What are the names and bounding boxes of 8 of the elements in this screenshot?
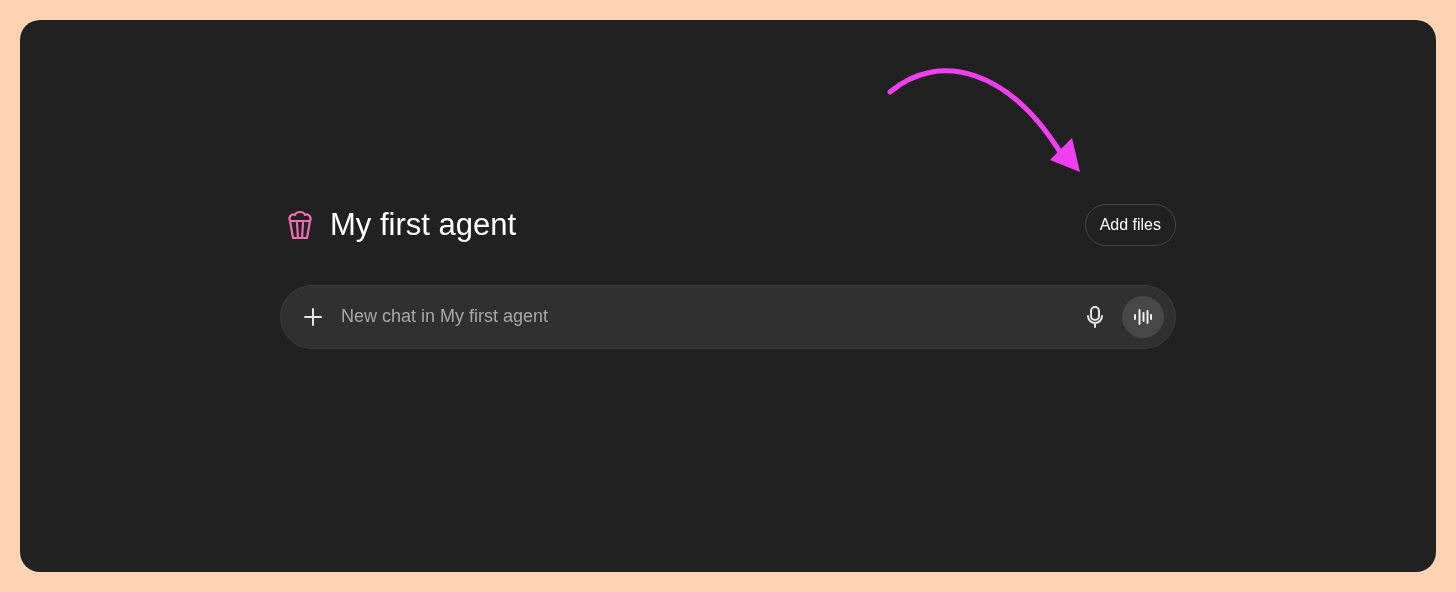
voice-button[interactable] xyxy=(1122,295,1164,338)
microphone-icon[interactable] xyxy=(1086,305,1104,328)
chat-composer[interactable]: New chat in My first agent xyxy=(280,284,1176,349)
agent-title: My first agent xyxy=(330,206,517,244)
plus-icon[interactable] xyxy=(303,306,323,327)
chat-input[interactable]: New chat in My first agent xyxy=(341,303,1086,330)
popcorn-icon xyxy=(286,210,314,241)
waveform-icon xyxy=(1134,308,1152,325)
